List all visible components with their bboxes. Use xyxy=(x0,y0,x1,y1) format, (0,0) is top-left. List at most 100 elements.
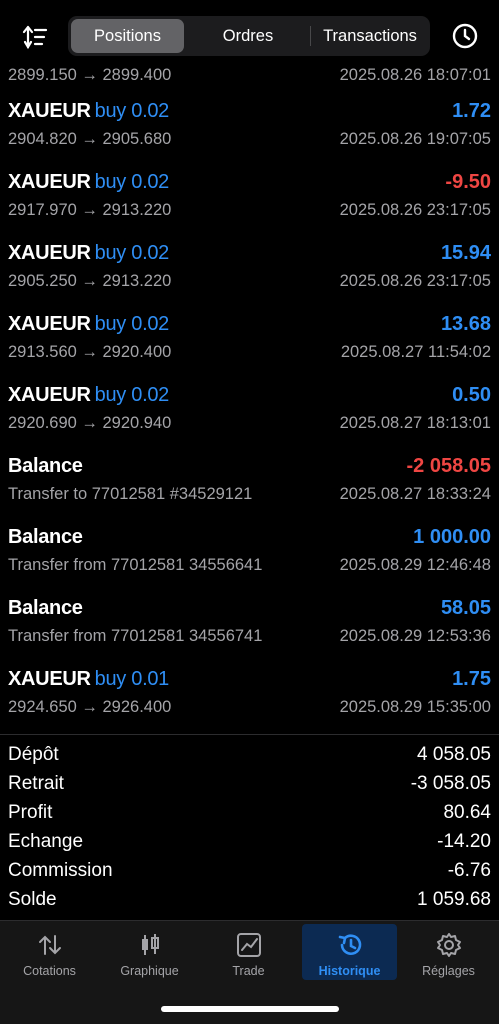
deal-symbol: Balance xyxy=(8,597,83,619)
history-row[interactable]: XAUEUR buy 0.02 15.94 2905.250 → 2913.220 20… xyxy=(0,230,499,301)
deal-side: buy 0.02 xyxy=(94,171,170,193)
deal-title: XAUEUR buy 0.02 xyxy=(8,171,169,194)
deal-side: buy 0.02 xyxy=(94,242,170,264)
deal-time: 2025.08.29 15:35:00 xyxy=(339,698,491,716)
deal-detail: Transfer to 77012581 #34529121 xyxy=(8,485,253,503)
deal-title: Balance xyxy=(8,526,83,549)
segment-divider xyxy=(310,26,311,46)
deal-detail: 2917.970 → 2913.220 xyxy=(8,201,172,219)
summary-value: 1 059.68 xyxy=(417,889,491,910)
deal-symbol: Balance xyxy=(8,526,83,548)
gear-icon xyxy=(437,933,461,957)
period-button[interactable] xyxy=(451,22,479,50)
chart-box-icon xyxy=(237,933,261,957)
sort-icon xyxy=(22,25,48,50)
summary-row: Retrait -3 058.05 xyxy=(0,769,499,798)
tab-ordres[interactable]: Ordres xyxy=(189,19,307,53)
summary-row: Profit 80.64 xyxy=(0,798,499,827)
deal-time: 2025.08.29 12:46:48 xyxy=(339,556,491,574)
summary-label: Dépôt xyxy=(8,744,59,765)
deal-detail: 2899.150 → 2899.400 xyxy=(8,66,172,84)
arrows-updown-icon xyxy=(39,935,61,955)
deal-symbol: XAUEUR xyxy=(8,100,91,122)
deal-detail: Transfer from 77012581 34556641 xyxy=(8,556,263,574)
summary-value: 4 058.05 xyxy=(417,744,491,765)
deal-profit: 15.94 xyxy=(440,242,491,264)
summary-label: Profit xyxy=(8,802,53,823)
home-indicator xyxy=(161,1006,339,1012)
tab-label: Réglages xyxy=(422,964,475,978)
history-row[interactable]: XAUEUR buy 0.01 1.75 2924.650 → 2926.400 202… xyxy=(0,656,499,727)
tab-label: Trade xyxy=(232,964,265,978)
deal-time: 2025.08.26 23:17:05 xyxy=(339,272,491,290)
deal-profit: 0.50 xyxy=(452,384,491,406)
deal-profit: 1.75 xyxy=(452,668,491,690)
summary-value: -6.76 xyxy=(447,860,491,881)
tab-label: Historique xyxy=(318,964,381,978)
tab-rglages[interactable]: Réglages xyxy=(401,924,496,980)
deal-detail: Transfer from 77012581 34556741 xyxy=(8,627,263,645)
history-row[interactable]: XAUEUR buy 0.02 13.68 2913.560 → 2920.400 20… xyxy=(0,301,499,372)
deal-profit: 1.72 xyxy=(452,100,491,122)
deal-time: 2025.08.27 11:54:02 xyxy=(340,343,491,361)
divider xyxy=(0,734,499,735)
deal-title: Balance xyxy=(8,597,83,620)
summary-label: Commission xyxy=(8,860,113,881)
summary-label: Echange xyxy=(8,831,84,852)
deal-time: 2025.08.26 23:17:05 xyxy=(339,201,491,219)
top-bar: Positions Ordres Transactions xyxy=(0,0,499,68)
history-row[interactable]: XAUEUR buy 0.02 0.50 2920.690 → 2920.940 202… xyxy=(0,372,499,443)
history-icon xyxy=(338,934,362,955)
summary-label: Solde xyxy=(8,889,57,910)
tab-positions[interactable]: Positions xyxy=(71,19,184,53)
deal-detail: 2920.690 → 2920.940 xyxy=(8,414,172,432)
summary-row: Echange -14.20 xyxy=(0,827,499,856)
deal-title: XAUEUR buy 0.02 xyxy=(8,242,169,265)
history-row[interactable]: XAUEUR buy 0.02 -9.50 2917.970 → 2913.220 20… xyxy=(0,159,499,230)
deal-title: XAUEUR buy 0.02 xyxy=(8,384,169,407)
deal-time: 2025.08.27 18:13:01 xyxy=(339,414,491,432)
deal-time: 2025.08.26 18:07:01 xyxy=(339,66,491,84)
tab-label: Graphique xyxy=(120,964,179,978)
summary-label: Retrait xyxy=(8,773,64,794)
deal-profit: 1 000.00 xyxy=(413,526,491,548)
deal-side: buy 0.02 xyxy=(94,384,170,406)
deal-symbol: XAUEUR xyxy=(8,242,91,264)
sort-button[interactable] xyxy=(20,22,50,52)
deal-title: XAUEUR buy 0.02 xyxy=(8,100,169,123)
history-row[interactable]: Balance -2 058.05 Transfer to 77012581 #34… xyxy=(0,443,499,514)
deal-title: XAUEUR buy 0.02 xyxy=(8,313,169,336)
history-row[interactable]: Balance 1 000.00 Transfer from 77012581 34… xyxy=(0,514,499,585)
deal-profit: -2 058.05 xyxy=(406,455,491,477)
deal-detail: 2924.650 → 2926.400 xyxy=(8,698,172,716)
tab-transactions[interactable]: Transactions xyxy=(312,19,428,53)
deal-profit: -9.50 xyxy=(445,171,491,193)
deal-symbol: XAUEUR xyxy=(8,313,91,335)
deal-side: buy 0.02 xyxy=(94,100,170,122)
clock-icon xyxy=(452,23,478,49)
deal-title: XAUEUR buy 0.01 xyxy=(8,668,169,691)
deal-symbol: XAUEUR xyxy=(8,171,91,193)
deal-symbol: XAUEUR xyxy=(8,668,91,690)
summary-row: Solde 1 059.68 xyxy=(0,885,499,914)
history-row[interactable]: 2899.150 → 2899.400 2025.08.26 18:07:01 xyxy=(0,66,499,88)
tab-historique[interactable]: Historique xyxy=(302,924,397,980)
summary-row: Commission -6.76 xyxy=(0,856,499,885)
segmented-control: Positions Ordres Transactions xyxy=(68,16,430,56)
history-list: 2899.150 → 2899.400 2025.08.26 18:07:01 XA… xyxy=(0,66,499,727)
history-row[interactable]: Balance 58.05 Transfer from 77012581 34556… xyxy=(0,585,499,656)
deal-symbol: XAUEUR xyxy=(8,384,91,406)
deal-time: 2025.08.27 18:33:24 xyxy=(339,485,491,503)
deal-detail: 2913.560 → 2920.400 xyxy=(8,343,172,361)
tab-graphique[interactable]: Graphique xyxy=(102,924,197,980)
deal-profit: 58.05 xyxy=(440,597,491,619)
deal-detail: 2904.820 → 2905.680 xyxy=(8,130,172,148)
history-row[interactable]: XAUEUR buy 0.02 1.72 2904.820 → 2905.680 202… xyxy=(0,88,499,159)
deal-profit: 13.68 xyxy=(440,313,491,335)
tab-trade[interactable]: Trade xyxy=(201,924,296,980)
deal-symbol: Balance xyxy=(8,455,83,477)
tab-cotations[interactable]: Cotations xyxy=(2,924,97,980)
summary-value: -3 058.05 xyxy=(410,773,491,794)
summary-panel: Dépôt 4 058.05 Retrait -3 058.05 Profit 80.64… xyxy=(0,740,499,914)
tab-label: Cotations xyxy=(23,964,76,978)
